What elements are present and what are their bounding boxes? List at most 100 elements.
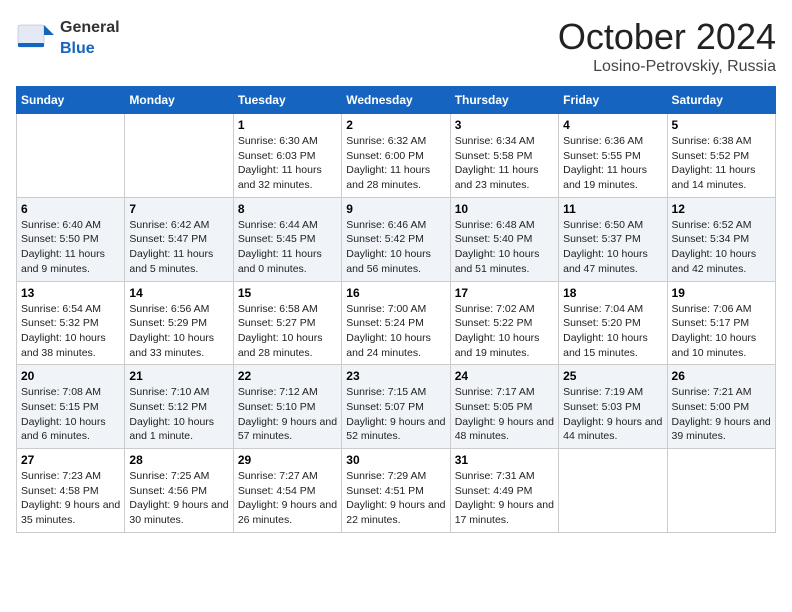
day-content: Sunrise: 6:46 AM Sunset: 5:42 PM Dayligh… bbox=[346, 218, 445, 277]
calendar-cell: 15 Sunrise: 6:58 AM Sunset: 5:27 PM Dayli… bbox=[233, 281, 341, 365]
day-content: Sunrise: 6:42 AM Sunset: 5:47 PM Dayligh… bbox=[129, 218, 228, 277]
calendar-cell: 14 Sunrise: 6:56 AM Sunset: 5:29 PM Dayli… bbox=[125, 281, 233, 365]
day-content: Sunrise: 7:08 AM Sunset: 5:15 PM Dayligh… bbox=[21, 385, 120, 444]
day-content: Sunrise: 7:12 AM Sunset: 5:10 PM Dayligh… bbox=[238, 385, 337, 444]
day-content: Sunrise: 6:54 AM Sunset: 5:32 PM Dayligh… bbox=[21, 302, 120, 361]
day-number: 13 bbox=[21, 286, 120, 300]
day-content: Sunrise: 7:10 AM Sunset: 5:12 PM Dayligh… bbox=[129, 385, 228, 444]
weekday-header: Thursday bbox=[450, 87, 558, 114]
day-number: 18 bbox=[563, 286, 662, 300]
day-content: Sunrise: 7:15 AM Sunset: 5:07 PM Dayligh… bbox=[346, 385, 445, 444]
day-number: 14 bbox=[129, 286, 228, 300]
calendar-cell: 9 Sunrise: 6:46 AM Sunset: 5:42 PM Daylig… bbox=[342, 197, 450, 281]
day-number: 4 bbox=[563, 118, 662, 132]
day-content: Sunrise: 7:06 AM Sunset: 5:17 PM Dayligh… bbox=[672, 302, 771, 361]
calendar-cell: 26Sunrise: 7:21 AM Sunset: 5:00 PM Dayli… bbox=[667, 365, 775, 449]
day-content: Sunrise: 7:04 AM Sunset: 5:20 PM Dayligh… bbox=[563, 302, 662, 361]
day-number: 2 bbox=[346, 118, 445, 132]
day-content: Sunrise: 7:19 AM Sunset: 5:03 PM Dayligh… bbox=[563, 385, 662, 444]
calendar-cell: 31Sunrise: 7:31 AM Sunset: 4:49 PM Dayli… bbox=[450, 449, 558, 533]
day-content: Sunrise: 6:48 AM Sunset: 5:40 PM Dayligh… bbox=[455, 218, 554, 277]
calendar-cell: 5 Sunrise: 6:38 AM Sunset: 5:52 PM Daylig… bbox=[667, 114, 775, 198]
calendar-cell: 24Sunrise: 7:17 AM Sunset: 5:05 PM Dayli… bbox=[450, 365, 558, 449]
day-number: 9 bbox=[346, 202, 445, 216]
day-number: 28 bbox=[129, 453, 228, 467]
day-number: 16 bbox=[346, 286, 445, 300]
day-number: 6 bbox=[21, 202, 120, 216]
day-number: 21 bbox=[129, 369, 228, 383]
calendar-cell: 18 Sunrise: 7:04 AM Sunset: 5:20 PM Dayli… bbox=[559, 281, 667, 365]
day-number: 3 bbox=[455, 118, 554, 132]
day-number: 17 bbox=[455, 286, 554, 300]
weekday-header: Saturday bbox=[667, 87, 775, 114]
day-content: Sunrise: 7:02 AM Sunset: 5:22 PM Dayligh… bbox=[455, 302, 554, 361]
day-content: Sunrise: 7:00 AM Sunset: 5:24 PM Dayligh… bbox=[346, 302, 445, 361]
calendar-cell: 3Sunrise: 6:34 AM Sunset: 5:58 PM Daylig… bbox=[450, 114, 558, 198]
calendar-cell: 22Sunrise: 7:12 AM Sunset: 5:10 PM Dayli… bbox=[233, 365, 341, 449]
calendar-cell: 28 Sunrise: 7:25 AM Sunset: 4:56 PM Dayli… bbox=[125, 449, 233, 533]
calendar-cell: 6 Sunrise: 6:40 AM Sunset: 5:50 PM Daylig… bbox=[17, 197, 125, 281]
day-number: 20 bbox=[21, 369, 120, 383]
day-number: 1 bbox=[238, 118, 337, 132]
calendar-cell: 17 Sunrise: 7:02 AM Sunset: 5:22 PM Dayli… bbox=[450, 281, 558, 365]
day-content: Sunrise: 6:30 AM Sunset: 6:03 PM Dayligh… bbox=[238, 134, 337, 193]
day-number: 27 bbox=[21, 453, 120, 467]
calendar-cell bbox=[125, 114, 233, 198]
title-month: October 2024 bbox=[558, 16, 776, 58]
day-content: Sunrise: 6:50 AM Sunset: 5:37 PM Dayligh… bbox=[563, 218, 662, 277]
day-number: 5 bbox=[672, 118, 771, 132]
calendar-cell: 20 Sunrise: 7:08 AM Sunset: 5:15 PM Dayli… bbox=[17, 365, 125, 449]
day-content: Sunrise: 7:29 AM Sunset: 4:51 PM Dayligh… bbox=[346, 469, 445, 528]
calendar-cell: 13 Sunrise: 6:54 AM Sunset: 5:32 PM Dayli… bbox=[17, 281, 125, 365]
day-number: 11 bbox=[563, 202, 662, 216]
calendar-cell: 16 Sunrise: 7:00 AM Sunset: 5:24 PM Dayli… bbox=[342, 281, 450, 365]
logo-icon bbox=[16, 17, 56, 57]
day-content: Sunrise: 6:36 AM Sunset: 5:55 PM Dayligh… bbox=[563, 134, 662, 193]
day-content: Sunrise: 6:38 AM Sunset: 5:52 PM Dayligh… bbox=[672, 134, 771, 193]
calendar-cell: 8 Sunrise: 6:44 AM Sunset: 5:45 PM Daylig… bbox=[233, 197, 341, 281]
day-number: 15 bbox=[238, 286, 337, 300]
day-number: 31 bbox=[455, 453, 554, 467]
calendar-cell: 21 Sunrise: 7:10 AM Sunset: 5:12 PM Dayli… bbox=[125, 365, 233, 449]
day-content: Sunrise: 6:52 AM Sunset: 5:34 PM Dayligh… bbox=[672, 218, 771, 277]
day-number: 8 bbox=[238, 202, 337, 216]
calendar-cell: 12 Sunrise: 6:52 AM Sunset: 5:34 PM Dayli… bbox=[667, 197, 775, 281]
day-content: Sunrise: 7:25 AM Sunset: 4:56 PM Dayligh… bbox=[129, 469, 228, 528]
calendar-cell: 2 Sunrise: 6:32 AM Sunset: 6:00 PM Daylig… bbox=[342, 114, 450, 198]
day-content: Sunrise: 6:40 AM Sunset: 5:50 PM Dayligh… bbox=[21, 218, 120, 277]
calendar-week-row: 27Sunrise: 7:23 AM Sunset: 4:58 PM Dayli… bbox=[17, 449, 776, 533]
calendar-week-row: 1 Sunrise: 6:30 AM Sunset: 6:03 PM Daylig… bbox=[17, 114, 776, 198]
day-number: 19 bbox=[672, 286, 771, 300]
day-number: 12 bbox=[672, 202, 771, 216]
day-number: 24 bbox=[455, 369, 554, 383]
title-location: Losino-Petrovskiy, Russia bbox=[558, 58, 776, 76]
calendar-cell: 4 Sunrise: 6:36 AM Sunset: 5:55 PM Daylig… bbox=[559, 114, 667, 198]
day-content: Sunrise: 6:44 AM Sunset: 5:45 PM Dayligh… bbox=[238, 218, 337, 277]
weekday-header: Monday bbox=[125, 87, 233, 114]
calendar-cell: 1 Sunrise: 6:30 AM Sunset: 6:03 PM Daylig… bbox=[233, 114, 341, 198]
title-block: October 2024 Losino-Petrovskiy, Russia bbox=[558, 16, 776, 76]
weekday-header: Tuesday bbox=[233, 87, 341, 114]
day-content: Sunrise: 6:56 AM Sunset: 5:29 PM Dayligh… bbox=[129, 302, 228, 361]
day-content: Sunrise: 7:27 AM Sunset: 4:54 PM Dayligh… bbox=[238, 469, 337, 528]
page-header: General Blue October 2024 Losino-Petrovs… bbox=[16, 16, 776, 76]
calendar-cell bbox=[17, 114, 125, 198]
day-number: 29 bbox=[238, 453, 337, 467]
day-content: Sunrise: 7:21 AM Sunset: 5:00 PM Dayligh… bbox=[672, 385, 771, 444]
weekday-header: Friday bbox=[559, 87, 667, 114]
calendar-cell: 7Sunrise: 6:42 AM Sunset: 5:47 PM Daylig… bbox=[125, 197, 233, 281]
calendar-cell: 23 Sunrise: 7:15 AM Sunset: 5:07 PM Dayli… bbox=[342, 365, 450, 449]
calendar-week-row: 6 Sunrise: 6:40 AM Sunset: 5:50 PM Daylig… bbox=[17, 197, 776, 281]
calendar-cell bbox=[667, 449, 775, 533]
day-number: 25 bbox=[563, 369, 662, 383]
day-content: Sunrise: 6:32 AM Sunset: 6:00 PM Dayligh… bbox=[346, 134, 445, 193]
day-number: 23 bbox=[346, 369, 445, 383]
day-number: 10 bbox=[455, 202, 554, 216]
weekday-header: Wednesday bbox=[342, 87, 450, 114]
calendar-table: SundayMondayTuesdayWednesdayThursdayFrid… bbox=[16, 86, 776, 533]
weekday-header: Sunday bbox=[17, 87, 125, 114]
calendar-cell: 10 Sunrise: 6:48 AM Sunset: 5:40 PM Dayli… bbox=[450, 197, 558, 281]
day-content: Sunrise: 6:58 AM Sunset: 5:27 PM Dayligh… bbox=[238, 302, 337, 361]
calendar-cell: 19 Sunrise: 7:06 AM Sunset: 5:17 PM Dayli… bbox=[667, 281, 775, 365]
day-number: 30 bbox=[346, 453, 445, 467]
